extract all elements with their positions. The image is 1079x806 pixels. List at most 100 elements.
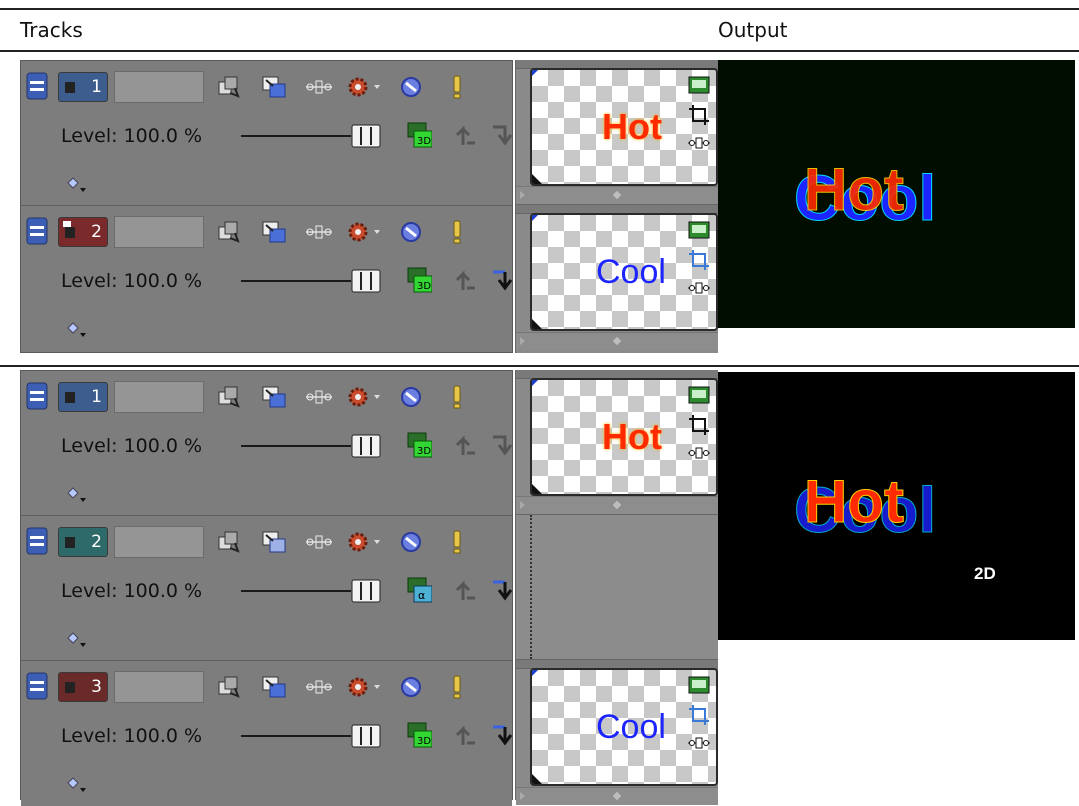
track-name-field[interactable]	[114, 216, 204, 248]
level-slider-track[interactable]	[241, 135, 351, 137]
level-slider-thumb[interactable]	[351, 434, 381, 458]
make-compositing-parent-icon[interactable]	[491, 268, 515, 292]
clip-thumbnail-text: Hot	[602, 416, 662, 457]
event-fx-chain-icon[interactable]	[688, 132, 710, 154]
event-pan-crop-icon[interactable]	[688, 384, 710, 406]
event-fx-chain-icon[interactable]	[688, 732, 710, 754]
mute-icon[interactable]	[398, 674, 424, 700]
track-number: 1	[91, 77, 102, 97]
collapse-icon[interactable]	[26, 526, 48, 556]
track-number-badge[interactable]: 1	[58, 382, 108, 412]
track-fx-icon[interactable]	[346, 674, 386, 700]
level-slider-track[interactable]	[241, 280, 351, 282]
solo-icon[interactable]	[444, 674, 470, 700]
make-compositing-parent-icon[interactable]	[491, 723, 515, 747]
track-number-badge[interactable]: 3	[58, 672, 108, 702]
keyframe-icon[interactable]	[66, 176, 92, 194]
track-number-badge[interactable]: 2	[58, 527, 108, 557]
track-name-field[interactable]	[114, 71, 204, 103]
make-compositing-child-icon[interactable]	[453, 123, 477, 147]
bypass-motion-blur-icon[interactable]	[304, 74, 332, 100]
video-event-clip[interactable]: Hot	[530, 378, 718, 496]
track-number-badge[interactable]: 2	[58, 217, 108, 247]
track-motion-icon[interactable]	[216, 529, 242, 555]
composite-mode-icon[interactable]	[261, 674, 287, 700]
keyframe-icon[interactable]	[66, 776, 92, 794]
event-fx-chain-icon[interactable]	[688, 277, 710, 299]
stereo-3d-icon[interactable]: 3D	[406, 266, 433, 294]
track-name-field[interactable]	[114, 671, 204, 703]
composite-mode-icon[interactable]	[261, 529, 287, 555]
solo-icon[interactable]	[444, 384, 470, 410]
timeline-track-lane: Hot	[516, 370, 718, 515]
make-compositing-child-icon[interactable]	[453, 578, 477, 602]
video-event-clip[interactable]: Cool	[530, 668, 718, 786]
event-fx-chain-icon[interactable]	[688, 442, 710, 464]
track-fx-icon[interactable]	[346, 384, 386, 410]
bypass-motion-blur-icon[interactable]	[304, 384, 332, 410]
video-event-clip[interactable]: Cool	[530, 213, 718, 331]
track-name-field[interactable]	[114, 381, 204, 413]
level-slider-track[interactable]	[241, 445, 351, 447]
mute-icon[interactable]	[398, 384, 424, 410]
bypass-motion-blur-icon[interactable]	[304, 529, 332, 555]
make-compositing-child-icon[interactable]	[453, 268, 477, 292]
tracks-header: Tracks	[20, 18, 83, 42]
event-pan-crop-icon[interactable]	[688, 74, 710, 96]
video-event-clip[interactable]: Hot	[530, 68, 718, 186]
track-motion-icon[interactable]	[216, 74, 242, 100]
level-slider-thumb[interactable]	[351, 724, 381, 748]
crop-icon[interactable]	[688, 104, 710, 126]
keyframe-icon[interactable]	[66, 321, 92, 339]
track-number: 2	[91, 222, 102, 242]
level-slider-thumb[interactable]	[351, 124, 381, 148]
solo-icon[interactable]	[444, 219, 470, 245]
keyframe-icon[interactable]	[66, 486, 92, 504]
stereo-3d-icon[interactable]: 3D	[406, 121, 433, 149]
stereoscopic-output-render: Cool Hot 2D	[794, 468, 996, 584]
keyframe-icon[interactable]	[66, 631, 92, 649]
output-2d-badge: 2D	[974, 564, 996, 583]
track-fx-icon[interactable]	[346, 219, 386, 245]
track-name-field[interactable]	[114, 526, 204, 558]
composite-mode-icon[interactable]	[261, 384, 287, 410]
crop-icon[interactable]	[688, 414, 710, 436]
level-slider-thumb[interactable]	[351, 579, 381, 603]
bypass-motion-blur-icon[interactable]	[304, 674, 332, 700]
make-compositing-parent-icon[interactable]	[491, 123, 515, 147]
collapse-icon[interactable]	[26, 381, 48, 411]
bypass-motion-blur-icon[interactable]	[304, 219, 332, 245]
make-compositing-child-icon[interactable]	[453, 433, 477, 457]
collapse-icon[interactable]	[26, 216, 48, 246]
track-motion-icon[interactable]	[216, 674, 242, 700]
collapse-icon[interactable]	[26, 671, 48, 701]
track-fx-icon[interactable]	[346, 74, 386, 100]
solo-icon[interactable]	[444, 529, 470, 555]
level-slider-track[interactable]	[241, 590, 351, 592]
track-motion-icon[interactable]	[216, 219, 242, 245]
output-preview-group-2: Cool Hot 2D	[718, 372, 1075, 640]
alpha-icon[interactable]: α	[406, 576, 433, 604]
mute-icon[interactable]	[398, 529, 424, 555]
mute-icon[interactable]	[398, 74, 424, 100]
crop-icon[interactable]	[688, 704, 710, 726]
level-slider-thumb[interactable]	[351, 269, 381, 293]
track-motion-icon[interactable]	[216, 384, 242, 410]
event-pan-crop-icon[interactable]	[688, 674, 710, 696]
composite-mode-icon[interactable]	[261, 219, 287, 245]
event-pan-crop-icon[interactable]	[688, 219, 710, 241]
solo-icon[interactable]	[444, 74, 470, 100]
output-main-text: Hot	[804, 156, 904, 223]
crop-icon[interactable]	[688, 249, 710, 271]
make-compositing-parent-icon[interactable]	[491, 433, 515, 457]
stereo-3d-icon[interactable]: 3D	[406, 431, 433, 459]
make-compositing-parent-icon[interactable]	[491, 578, 515, 602]
mute-icon[interactable]	[398, 219, 424, 245]
level-slider-track[interactable]	[241, 735, 351, 737]
collapse-icon[interactable]	[26, 71, 48, 101]
track-fx-icon[interactable]	[346, 529, 386, 555]
make-compositing-child-icon[interactable]	[453, 723, 477, 747]
stereo-3d-icon[interactable]: 3D	[406, 721, 433, 749]
composite-mode-icon[interactable]	[261, 74, 287, 100]
track-number-badge[interactable]: 1	[58, 72, 108, 102]
